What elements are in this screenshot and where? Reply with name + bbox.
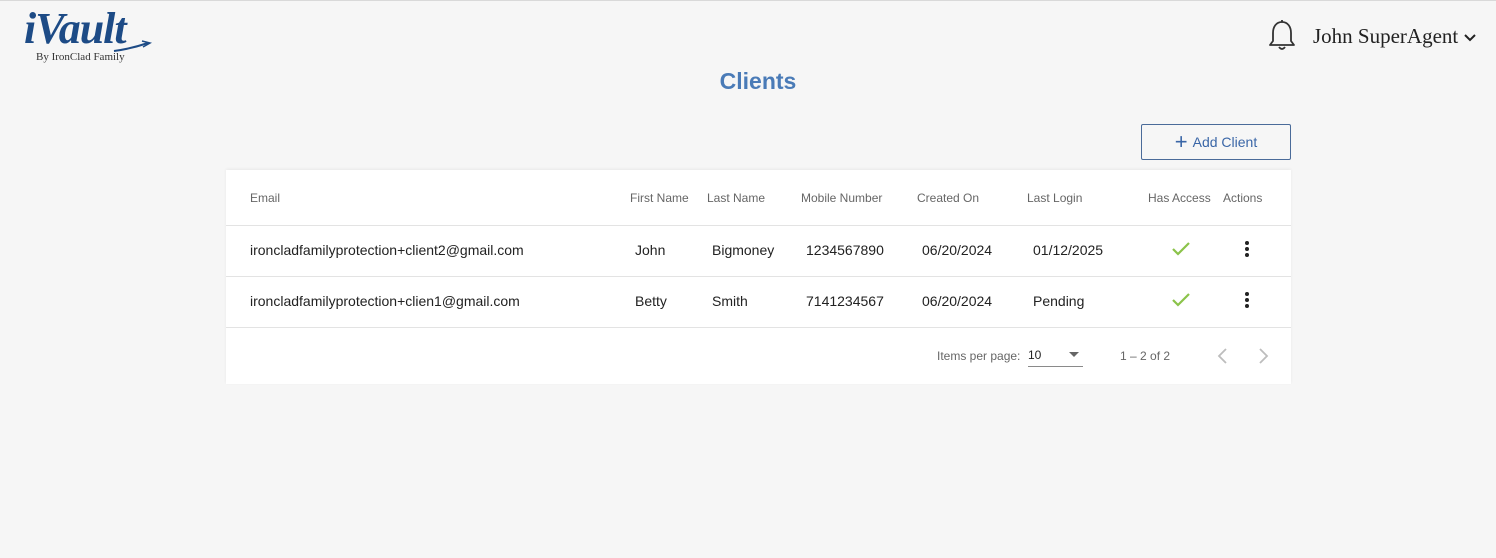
plus-icon: + bbox=[1174, 129, 1188, 154]
cell-first-name: Betty bbox=[635, 293, 667, 309]
cell-last-login: Pending bbox=[1033, 293, 1085, 309]
user-name: John SuperAgent bbox=[1313, 23, 1459, 48]
cell-created-on: 06/20/2024 bbox=[922, 242, 993, 258]
chevron-right-icon[interactable] bbox=[1256, 347, 1270, 365]
add-client-label: Add Client bbox=[1192, 134, 1258, 150]
table-row[interactable]: ironcladfamilyprotection+clien1@gmail.co… bbox=[226, 277, 1291, 327]
more-vert-icon[interactable] bbox=[1242, 241, 1252, 261]
page-size-value: 10 bbox=[1028, 348, 1042, 362]
chevron-left-icon[interactable] bbox=[1216, 347, 1230, 365]
col-header-email[interactable]: Email bbox=[250, 191, 280, 205]
cell-mobile: 1234567890 bbox=[806, 242, 884, 258]
cell-last-login: 01/12/2025 bbox=[1033, 242, 1104, 258]
cell-email: ironcladfamilyprotection+client2@gmail.c… bbox=[250, 242, 524, 258]
cell-last-name: Smith bbox=[712, 293, 748, 309]
cell-mobile: 7141234567 bbox=[806, 293, 884, 309]
user-menu[interactable]: John SuperAgent bbox=[1313, 23, 1476, 49]
col-header-mobile-number[interactable]: Mobile Number bbox=[801, 191, 882, 205]
logo-wordmark: iVault bbox=[24, 4, 127, 53]
cell-last-name: Bigmoney bbox=[712, 242, 775, 258]
row-divider bbox=[226, 327, 1291, 328]
logo-tagline: By IronClad Family bbox=[36, 51, 125, 63]
chevron-down-icon bbox=[1464, 33, 1476, 41]
cell-created-on: 06/20/2024 bbox=[922, 293, 993, 309]
page-range-label: 1 – 2 of 2 bbox=[1120, 349, 1171, 363]
app-header: iVault By IronClad Family John SuperAgen… bbox=[0, 1, 1496, 65]
bell-icon[interactable] bbox=[1268, 19, 1296, 51]
col-header-first-name[interactable]: First Name bbox=[630, 191, 689, 205]
add-client-button[interactable]: + Add Client bbox=[1141, 124, 1291, 160]
page-title: Clients bbox=[719, 68, 797, 94]
more-vert-icon[interactable] bbox=[1242, 292, 1252, 312]
col-header-created-on[interactable]: Created On bbox=[917, 191, 979, 205]
cell-email: ironcladfamilyprotection+clien1@gmail.co… bbox=[250, 293, 520, 309]
dropdown-arrow-icon bbox=[1069, 352, 1079, 357]
clients-table-card: Email First Name Last Name Mobile Number… bbox=[226, 170, 1291, 384]
col-header-last-login[interactable]: Last Login bbox=[1027, 191, 1082, 205]
check-icon bbox=[1172, 293, 1190, 307]
page-size-select[interactable]: 10 bbox=[1028, 342, 1083, 367]
table-row[interactable]: ironcladfamilyprotection+client2@gmail.c… bbox=[226, 226, 1291, 276]
items-per-page-label: Items per page: bbox=[937, 349, 1021, 363]
col-header-has-access[interactable]: Has Access bbox=[1148, 191, 1211, 205]
check-icon bbox=[1172, 242, 1190, 256]
cell-first-name: John bbox=[635, 242, 666, 258]
col-header-last-name[interactable]: Last Name bbox=[707, 191, 765, 205]
ivault-logo[interactable]: iVault By IronClad Family bbox=[24, 5, 154, 65]
col-header-actions: Actions bbox=[1223, 191, 1263, 205]
